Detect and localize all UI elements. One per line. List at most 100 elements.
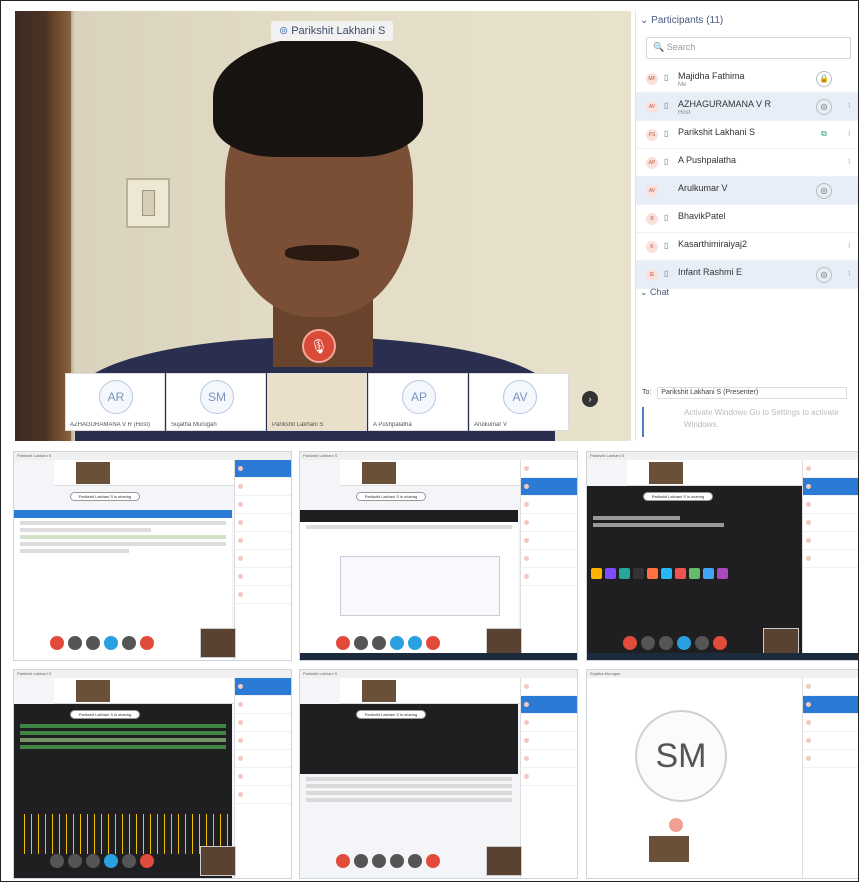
chat-input[interactable]: Activate Windows Go to Settings to activ… <box>642 407 854 437</box>
mini-participant <box>803 750 858 768</box>
sharing-pill[interactable]: Parikshit Lakhani S is sharing <box>70 710 140 719</box>
leave-button[interactable] <box>140 636 154 650</box>
camera-tile <box>649 836 689 862</box>
participant-row[interactable]: IE ▯ Infant Rashmi E ◎ ⁝ <box>636 261 858 289</box>
participant-row[interactable]: B ▯ BhavikPatel <box>636 205 858 233</box>
participant-row[interactable]: PS ▯ Parikshit Lakhani S ⧉ ⁝ <box>636 121 858 149</box>
leave-button[interactable] <box>713 636 727 650</box>
participant-row[interactable]: K ▯ Kasarthimiraiyaj2 ⁝ <box>636 233 858 261</box>
share-title: Parikshit Lakhani S <box>300 670 577 678</box>
shared-screen-2: Parikshit Lakhani S Parikshit Lakhani S … <box>299 451 578 661</box>
thumbnail-tile-video[interactable]: Parikshit Lakhani S <box>267 373 367 431</box>
video-button[interactable] <box>68 636 82 650</box>
chat-button[interactable] <box>408 854 422 868</box>
participant-row[interactable]: MF ▯ Majidha Fathima Me 🔒 <box>636 65 858 93</box>
participants-button[interactable] <box>390 636 404 650</box>
participant-search-input[interactable]: 🔍 Search <box>646 37 851 59</box>
participant-list: MF ▯ Majidha Fathima Me 🔒 AV ▯ AZHAGURAM… <box>636 65 858 289</box>
sharing-pill[interactable]: Parikshit Lakhani S is sharing <box>356 710 426 719</box>
camera-strip <box>54 678 234 704</box>
more-icon[interactable]: ⁝ <box>848 129 851 138</box>
mini-sidebar <box>234 460 291 660</box>
thumbnail-tile[interactable]: SM Sujatha Murugan <box>166 373 266 431</box>
thumbnail-tile[interactable]: AR AZHAGURAMANA V R (Host) <box>65 373 165 431</box>
avatar: AV <box>646 101 658 113</box>
mic-icon[interactable]: ◎ <box>816 267 832 283</box>
participant-row[interactable]: AV ▯ AZHAGURAMANA V R Host ◎ ⁝ <box>636 93 858 121</box>
activity-graph <box>18 814 228 854</box>
more-icon[interactable]: ⁝ <box>848 269 851 278</box>
share-title: Sujatha Murugan <box>587 670 858 678</box>
chat-header[interactable]: ⌄ Chat <box>640 287 669 298</box>
share-button[interactable] <box>86 636 100 650</box>
chat-button[interactable] <box>408 636 422 650</box>
chat-recipient-select[interactable]: Parikshit Lakhani S (Presenter) <box>657 387 848 399</box>
sharing-pill[interactable]: Parikshit Lakhani S is sharing <box>356 492 426 501</box>
mini-participant <box>803 732 858 750</box>
avatar: AP <box>646 157 658 169</box>
participant-name: BhavikPatel <box>678 211 726 221</box>
mute-button[interactable] <box>336 854 350 868</box>
mute-button[interactable] <box>50 854 64 868</box>
share-button[interactable] <box>86 854 100 868</box>
share-icon: ⧉ <box>821 129 827 138</box>
device-icon: ▯ <box>664 241 669 250</box>
video-button[interactable] <box>641 636 655 650</box>
chat-button[interactable] <box>122 636 136 650</box>
app-launcher <box>591 566 731 580</box>
mic-muted-icon[interactable]: 🎙 <box>302 329 336 363</box>
mute-button[interactable] <box>336 636 350 650</box>
mic-icon[interactable]: ◎ <box>816 183 832 199</box>
mini-sidebar <box>520 678 577 878</box>
mini-participant <box>521 514 577 532</box>
chat-recipient[interactable]: To: Parikshit Lakhani S (Presenter) <box>642 387 848 399</box>
participant-row[interactable]: AP ▯ A Pushpalatha ⁝ <box>636 149 858 177</box>
mic-icon[interactable]: ◎ <box>816 99 832 115</box>
participants-header[interactable]: ⌄ Participants (11) <box>640 15 723 26</box>
participant-role: Me <box>678 82 687 88</box>
self-view <box>486 846 522 876</box>
video-button[interactable] <box>354 854 368 868</box>
video-button[interactable] <box>354 636 368 650</box>
sharing-pill[interactable]: Parikshit Lakhani S is sharing <box>70 492 140 501</box>
thumbnail-name: AZHAGURAMANA V R (Host) <box>70 422 151 428</box>
row <box>20 549 129 553</box>
leave-button[interactable] <box>426 854 440 868</box>
share-button[interactable] <box>659 636 673 650</box>
row <box>306 784 512 788</box>
mini-participant <box>235 786 291 804</box>
chat-title: Chat <box>650 287 670 297</box>
thumbnail-tile[interactable]: AV Arulkumar V <box>469 373 569 431</box>
more-icon[interactable]: ⁝ <box>848 101 851 110</box>
mini-sidebar <box>802 460 858 660</box>
mini-participant <box>521 460 577 478</box>
leave-button[interactable] <box>140 854 154 868</box>
participant-row[interactable]: AV Arulkumar V ◎ <box>636 177 858 205</box>
participants-button[interactable] <box>677 636 691 650</box>
sharing-pill[interactable]: Parikshit Lakhani S is sharing <box>643 492 713 501</box>
row <box>306 791 512 795</box>
mute-button[interactable] <box>50 636 64 650</box>
next-page-icon[interactable]: › <box>582 391 598 407</box>
participants-button[interactable] <box>104 636 118 650</box>
camera-tile <box>76 680 110 702</box>
chat-button[interactable] <box>122 854 136 868</box>
row <box>20 542 226 546</box>
chat-button[interactable] <box>695 636 709 650</box>
participants-button[interactable] <box>104 854 118 868</box>
more-icon[interactable]: ⁝ <box>848 241 851 250</box>
pricing-card <box>340 556 500 616</box>
video-button[interactable] <box>68 854 82 868</box>
share-button[interactable] <box>372 854 386 868</box>
call-controls <box>336 854 466 868</box>
lock-icon[interactable]: 🔒 <box>816 71 832 87</box>
mute-button[interactable] <box>623 636 637 650</box>
share-button[interactable] <box>372 636 386 650</box>
more-icon[interactable]: ⁝ <box>848 157 851 166</box>
mini-sidebar <box>234 678 291 878</box>
thumbnail-tile[interactable]: AP A Pushpalatha <box>368 373 468 431</box>
leave-button[interactable] <box>426 636 440 650</box>
taskbar <box>587 653 858 660</box>
mic-muted-icon[interactable] <box>669 818 683 832</box>
participants-button[interactable] <box>390 854 404 868</box>
